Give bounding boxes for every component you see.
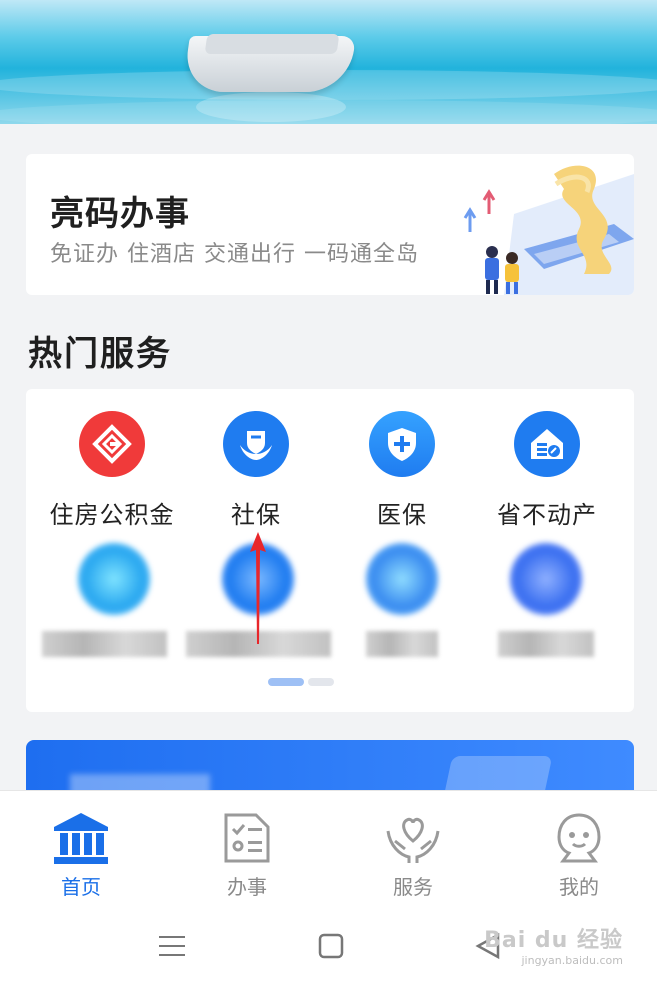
page-indicator-dot xyxy=(308,678,334,686)
bottom-tab-bar: 首页 办事 服务 我的 xyxy=(0,790,657,910)
square-home-icon xyxy=(318,933,344,959)
service-medical-insurance[interactable]: 医保 xyxy=(327,411,477,530)
real-estate-house-icon xyxy=(514,411,580,477)
blurred-service-label xyxy=(498,631,594,657)
menu-lines-icon xyxy=(159,936,185,956)
service-label: 社保 xyxy=(231,501,281,529)
service-label: 医保 xyxy=(377,501,427,529)
tab-profile[interactable]: 我的 xyxy=(524,807,634,900)
show-code-title: 亮码办事 xyxy=(50,194,190,234)
blurred-service-icon[interactable] xyxy=(510,543,582,615)
top-banner-image[interactable] xyxy=(0,0,657,124)
home-bank-icon xyxy=(26,807,136,865)
page-indicator xyxy=(268,678,334,686)
show-code-subtitle: 免证办 住酒店 交通出行 一码通全岛 xyxy=(50,242,419,267)
baidu-jingyan-watermark: Bai du 经验 jingyan.baidu.com xyxy=(484,922,623,967)
social-security-icon xyxy=(223,411,289,477)
medical-insurance-shield-icon xyxy=(369,411,435,477)
checklist-icon xyxy=(192,807,302,865)
service-label: 住房公积金 xyxy=(49,501,175,529)
system-navigation-bar: Bai du 经验 jingyan.baidu.com xyxy=(0,910,657,988)
blurred-service-label xyxy=(366,631,438,657)
tab-tasks[interactable]: 办事 xyxy=(192,807,302,900)
housing-fund-icon xyxy=(79,411,145,477)
service-housing-fund[interactable]: 住房公积金 xyxy=(37,411,187,530)
annotation-arrow-icon xyxy=(250,532,266,644)
tab-label: 首页 xyxy=(61,875,101,899)
boat-reflection xyxy=(196,92,346,122)
home-button[interactable] xyxy=(317,932,345,960)
watermark-url: jingyan.baidu.com xyxy=(521,954,623,967)
heart-hands-icon xyxy=(358,807,468,865)
tab-label: 我的 xyxy=(559,875,599,899)
service-label: 省不动产 xyxy=(497,501,597,529)
blurred-service-icon[interactable] xyxy=(78,543,150,615)
blurred-service-label xyxy=(42,631,167,657)
tab-services[interactable]: 服务 xyxy=(358,807,468,900)
tab-home[interactable]: 首页 xyxy=(26,807,136,900)
watermark-brand: Bai du 经验 xyxy=(484,928,623,953)
service-real-estate[interactable]: 省不动产 xyxy=(472,411,622,530)
people-illustration-icon xyxy=(463,165,634,295)
hot-services-title: 热门服务 xyxy=(28,334,172,374)
menu-button[interactable] xyxy=(158,932,186,960)
page-indicator-active xyxy=(268,678,304,686)
show-code-card[interactable]: 亮码办事 免证办 住酒店 交通出行 一码通全岛 xyxy=(26,154,634,295)
boat-interior xyxy=(204,34,340,54)
profile-face-icon xyxy=(524,807,634,865)
tab-label: 服务 xyxy=(393,875,433,899)
service-social-security[interactable]: 社保 xyxy=(181,411,331,530)
tab-label: 办事 xyxy=(227,875,267,899)
blurred-service-icon[interactable] xyxy=(366,543,438,615)
hot-services-panel: 住房公积金 社保 医保 省不动产 xyxy=(26,389,634,712)
